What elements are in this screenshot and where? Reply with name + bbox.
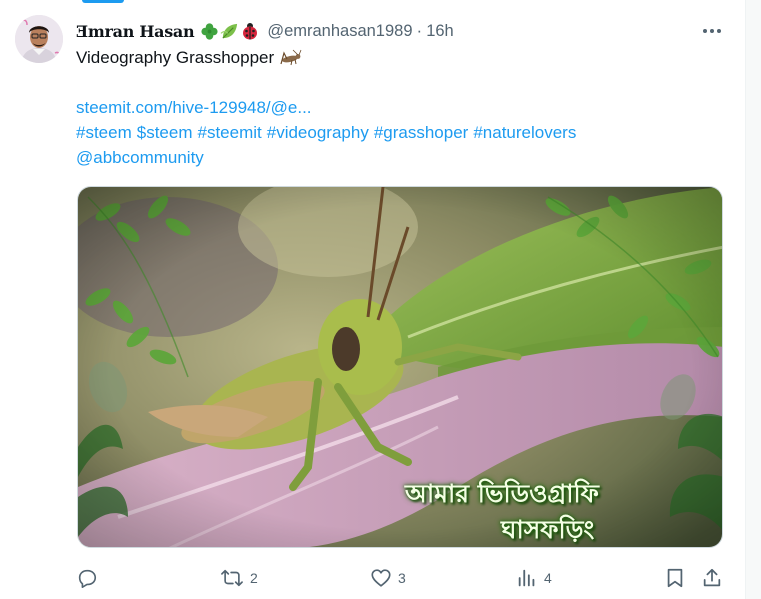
grasshopper-icon bbox=[280, 49, 302, 66]
more-icon bbox=[703, 29, 721, 33]
retweet-icon bbox=[221, 569, 243, 587]
hashtag[interactable]: #steem bbox=[76, 123, 132, 142]
overlay-subtitle: ঘাসফড়িং bbox=[501, 515, 595, 544]
hashtag[interactable]: #grasshoper bbox=[374, 123, 469, 142]
action-bar: 2 3 4 bbox=[76, 565, 726, 591]
like-button[interactable]: 3 bbox=[370, 565, 406, 591]
tweet-text-link-line: steemit.com/hive-129948/@e... bbox=[76, 97, 312, 119]
timestamp[interactable]: 16h bbox=[426, 22, 454, 41]
hashtags-line: #steem $steem #steemit #videography #grassho… bbox=[76, 122, 581, 144]
share-button[interactable] bbox=[701, 565, 723, 591]
shamrock-icon bbox=[201, 22, 218, 40]
avatar[interactable] bbox=[15, 15, 63, 63]
reply-icon bbox=[78, 569, 97, 588]
cashtag[interactable]: $steem bbox=[137, 123, 193, 142]
bookmark-icon bbox=[667, 568, 683, 588]
retweet-count: 2 bbox=[250, 570, 258, 586]
mention[interactable]: @abbcommunity bbox=[76, 148, 204, 167]
display-name[interactable]: Ǝmran Hasan bbox=[76, 22, 195, 41]
author-handle[interactable]: @emranhasan1989 bbox=[267, 22, 412, 41]
hashtag[interactable]: #videography bbox=[267, 123, 369, 142]
name-badges bbox=[200, 21, 261, 41]
views-count: 4 bbox=[544, 570, 552, 586]
tweet-header: Ǝmran Hasan @emranhasan1989 · 16h bbox=[76, 18, 454, 44]
analytics-icon bbox=[518, 569, 535, 587]
tab-indicator bbox=[82, 0, 124, 3]
leaf-icon bbox=[220, 23, 238, 39]
heart-icon bbox=[371, 569, 391, 587]
bookmark-button[interactable] bbox=[664, 565, 686, 591]
mention-line: @abbcommunity bbox=[76, 147, 204, 169]
retweet-button[interactable]: 2 bbox=[220, 565, 258, 591]
grasshopper-photo bbox=[78, 187, 722, 547]
share-icon bbox=[703, 568, 721, 587]
views-button[interactable]: 4 bbox=[516, 565, 552, 591]
more-options-button[interactable] bbox=[697, 20, 727, 42]
tweet-card[interactable]: Ǝmran Hasan @emranhasan1989 · 16h Videog… bbox=[0, 0, 746, 599]
tweet-text-line: Videography Grasshopper bbox=[76, 47, 303, 69]
external-link[interactable]: steemit.com/hive-129948/@e... bbox=[76, 98, 312, 117]
ladybug-icon bbox=[243, 23, 258, 40]
hashtag[interactable]: #naturelovers bbox=[473, 123, 576, 142]
tweet-text-title: Videography Grasshopper bbox=[76, 48, 275, 67]
reply-button[interactable] bbox=[76, 565, 104, 591]
sidebar-edge bbox=[746, 0, 761, 599]
media-image[interactable]: আমার ভিডিওগ্রাফি ঘাসফড়িং bbox=[77, 186, 723, 548]
like-count: 3 bbox=[398, 570, 406, 586]
hashtag[interactable]: #steemit bbox=[198, 123, 262, 142]
separator-dot: · bbox=[416, 21, 423, 40]
